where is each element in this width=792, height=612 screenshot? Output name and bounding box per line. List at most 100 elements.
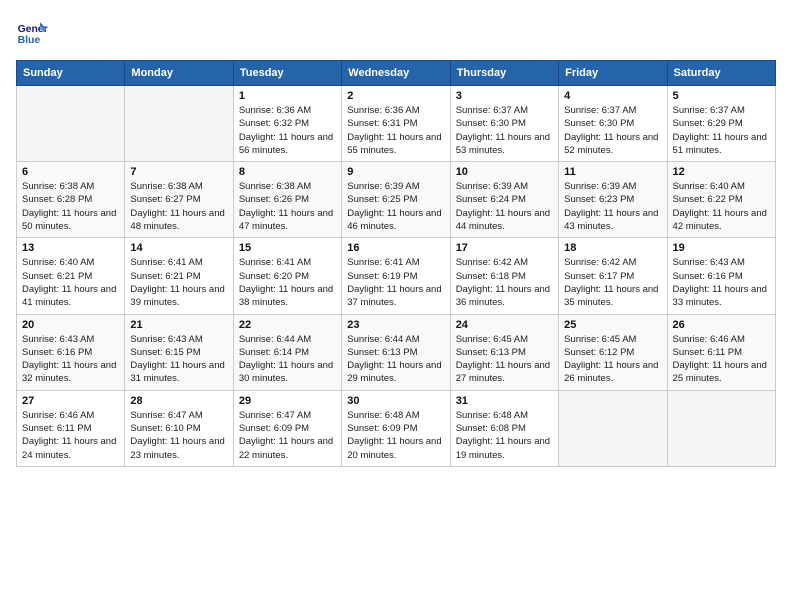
day-info: Sunrise: 6:46 AMSunset: 6:11 PMDaylight:… xyxy=(22,409,119,462)
weekday-header-thursday: Thursday xyxy=(450,61,558,86)
day-info: Sunrise: 6:38 AMSunset: 6:27 PMDaylight:… xyxy=(130,180,227,233)
day-number: 11 xyxy=(564,166,661,178)
day-number: 15 xyxy=(239,242,336,254)
day-info: Sunrise: 6:39 AMSunset: 6:25 PMDaylight:… xyxy=(347,180,444,233)
day-info: Sunrise: 6:41 AMSunset: 6:20 PMDaylight:… xyxy=(239,256,336,309)
calendar-cell: 19Sunrise: 6:43 AMSunset: 6:16 PMDayligh… xyxy=(667,238,775,314)
calendar-week-2: 6 Sunrise: 6:38 AMSunset: 6:28 PMDaylight… xyxy=(17,162,776,238)
calendar-week-1: 1 Sunrise: 6:36 AMSunset: 6:32 PMDaylight… xyxy=(17,86,776,162)
day-info: Sunrise: 6:47 AMSunset: 6:10 PMDaylight:… xyxy=(130,409,227,462)
calendar-cell: 25 Sunrise: 6:45 AMSunset: 6:12 PMDayligh… xyxy=(559,314,667,390)
calendar-body: 1 Sunrise: 6:36 AMSunset: 6:32 PMDaylight… xyxy=(17,86,776,467)
calendar-cell: 8Sunrise: 6:38 AMSunset: 6:26 PMDaylight… xyxy=(233,162,341,238)
day-number: 30 xyxy=(347,395,444,407)
day-number: 4 xyxy=(564,90,661,102)
calendar-table: SundayMondayTuesdayWednesdayThursdayFrid… xyxy=(16,60,776,467)
day-info: Sunrise: 6:42 AMSunset: 6:17 PMDaylight:… xyxy=(564,256,661,309)
calendar-cell: 31Sunrise: 6:48 AMSunset: 6:08 PMDayligh… xyxy=(450,390,558,466)
calendar-cell: 5 Sunrise: 6:37 AMSunset: 6:29 PMDaylight… xyxy=(667,86,775,162)
day-info: Sunrise: 6:37 AMSunset: 6:30 PMDaylight:… xyxy=(456,104,553,157)
weekday-header-sunday: Sunday xyxy=(17,61,125,86)
day-info: Sunrise: 6:37 AMSunset: 6:30 PMDaylight:… xyxy=(564,104,661,157)
calendar-cell xyxy=(559,390,667,466)
calendar-cell: 27 Sunrise: 6:46 AMSunset: 6:11 PMDayligh… xyxy=(17,390,125,466)
calendar-cell: 12 Sunrise: 6:40 AMSunset: 6:22 PMDayligh… xyxy=(667,162,775,238)
day-number: 21 xyxy=(130,319,227,331)
day-info: Sunrise: 6:42 AMSunset: 6:18 PMDaylight:… xyxy=(456,256,553,309)
day-number: 16 xyxy=(347,242,444,254)
calendar-cell: 26 Sunrise: 6:46 AMSunset: 6:11 PMDayligh… xyxy=(667,314,775,390)
calendar-cell: 18Sunrise: 6:42 AMSunset: 6:17 PMDayligh… xyxy=(559,238,667,314)
day-number: 12 xyxy=(673,166,770,178)
calendar-cell xyxy=(667,390,775,466)
day-number: 29 xyxy=(239,395,336,407)
day-info: Sunrise: 6:40 AMSunset: 6:21 PMDaylight:… xyxy=(22,256,119,309)
day-number: 9 xyxy=(347,166,444,178)
calendar-cell: 16Sunrise: 6:41 AMSunset: 6:19 PMDayligh… xyxy=(342,238,450,314)
day-number: 1 xyxy=(239,90,336,102)
calendar-cell: 21Sunrise: 6:43 AMSunset: 6:15 PMDayligh… xyxy=(125,314,233,390)
calendar-cell: 20 Sunrise: 6:43 AMSunset: 6:16 PMDayligh… xyxy=(17,314,125,390)
day-info: Sunrise: 6:44 AMSunset: 6:14 PMDaylight:… xyxy=(239,333,336,386)
day-info: Sunrise: 6:48 AMSunset: 6:08 PMDaylight:… xyxy=(456,409,553,462)
day-number: 25 xyxy=(564,319,661,331)
day-info: Sunrise: 6:36 AMSunset: 6:31 PMDaylight:… xyxy=(347,104,444,157)
calendar-cell: 4 Sunrise: 6:37 AMSunset: 6:30 PMDaylight… xyxy=(559,86,667,162)
day-info: Sunrise: 6:37 AMSunset: 6:29 PMDaylight:… xyxy=(673,104,770,157)
day-info: Sunrise: 6:46 AMSunset: 6:11 PMDaylight:… xyxy=(673,333,770,386)
day-number: 22 xyxy=(239,319,336,331)
calendar-week-4: 20 Sunrise: 6:43 AMSunset: 6:16 PMDayligh… xyxy=(17,314,776,390)
calendar-week-5: 27 Sunrise: 6:46 AMSunset: 6:11 PMDayligh… xyxy=(17,390,776,466)
calendar-week-3: 13 Sunrise: 6:40 AMSunset: 6:21 PMDayligh… xyxy=(17,238,776,314)
day-info: Sunrise: 6:41 AMSunset: 6:21 PMDaylight:… xyxy=(130,256,227,309)
calendar-cell: 14 Sunrise: 6:41 AMSunset: 6:21 PMDayligh… xyxy=(125,238,233,314)
calendar-cell: 10 Sunrise: 6:39 AMSunset: 6:24 PMDayligh… xyxy=(450,162,558,238)
svg-text:Blue: Blue xyxy=(18,35,41,46)
weekday-header-tuesday: Tuesday xyxy=(233,61,341,86)
day-info: Sunrise: 6:40 AMSunset: 6:22 PMDaylight:… xyxy=(673,180,770,233)
calendar-cell: 17 Sunrise: 6:42 AMSunset: 6:18 PMDayligh… xyxy=(450,238,558,314)
day-number: 19 xyxy=(673,242,770,254)
calendar-cell: 1 Sunrise: 6:36 AMSunset: 6:32 PMDaylight… xyxy=(233,86,341,162)
page-header: General Blue xyxy=(16,16,776,48)
calendar-cell: 29 Sunrise: 6:47 AMSunset: 6:09 PMDayligh… xyxy=(233,390,341,466)
calendar-cell: 6 Sunrise: 6:38 AMSunset: 6:28 PMDaylight… xyxy=(17,162,125,238)
day-number: 26 xyxy=(673,319,770,331)
day-number: 10 xyxy=(456,166,553,178)
calendar-cell xyxy=(125,86,233,162)
day-number: 8 xyxy=(239,166,336,178)
day-number: 13 xyxy=(22,242,119,254)
calendar-cell xyxy=(17,86,125,162)
weekday-header-monday: Monday xyxy=(125,61,233,86)
calendar-cell: 7Sunrise: 6:38 AMSunset: 6:27 PMDaylight… xyxy=(125,162,233,238)
calendar-cell: 30 Sunrise: 6:48 AMSunset: 6:09 PMDayligh… xyxy=(342,390,450,466)
day-number: 5 xyxy=(673,90,770,102)
logo-icon: General Blue xyxy=(16,16,48,48)
day-info: Sunrise: 6:38 AMSunset: 6:28 PMDaylight:… xyxy=(22,180,119,233)
calendar-header-row: SundayMondayTuesdayWednesdayThursdayFrid… xyxy=(17,61,776,86)
calendar-cell: 2 Sunrise: 6:36 AMSunset: 6:31 PMDaylight… xyxy=(342,86,450,162)
calendar-cell: 15 Sunrise: 6:41 AMSunset: 6:20 PMDayligh… xyxy=(233,238,341,314)
day-number: 17 xyxy=(456,242,553,254)
day-info: Sunrise: 6:39 AMSunset: 6:24 PMDaylight:… xyxy=(456,180,553,233)
day-info: Sunrise: 6:47 AMSunset: 6:09 PMDaylight:… xyxy=(239,409,336,462)
calendar-cell: 28Sunrise: 6:47 AMSunset: 6:10 PMDayligh… xyxy=(125,390,233,466)
calendar-cell: 23 Sunrise: 6:44 AMSunset: 6:13 PMDayligh… xyxy=(342,314,450,390)
day-number: 6 xyxy=(22,166,119,178)
day-number: 20 xyxy=(22,319,119,331)
day-info: Sunrise: 6:36 AMSunset: 6:32 PMDaylight:… xyxy=(239,104,336,157)
calendar-cell: 22 Sunrise: 6:44 AMSunset: 6:14 PMDayligh… xyxy=(233,314,341,390)
day-info: Sunrise: 6:39 AMSunset: 6:23 PMDaylight:… xyxy=(564,180,661,233)
day-info: Sunrise: 6:43 AMSunset: 6:16 PMDaylight:… xyxy=(22,333,119,386)
day-number: 14 xyxy=(130,242,227,254)
day-number: 3 xyxy=(456,90,553,102)
day-info: Sunrise: 6:48 AMSunset: 6:09 PMDaylight:… xyxy=(347,409,444,462)
calendar-cell: 11 Sunrise: 6:39 AMSunset: 6:23 PMDayligh… xyxy=(559,162,667,238)
calendar-cell: 13 Sunrise: 6:40 AMSunset: 6:21 PMDayligh… xyxy=(17,238,125,314)
day-number: 23 xyxy=(347,319,444,331)
day-info: Sunrise: 6:45 AMSunset: 6:12 PMDaylight:… xyxy=(564,333,661,386)
day-info: Sunrise: 6:45 AMSunset: 6:13 PMDaylight:… xyxy=(456,333,553,386)
day-number: 2 xyxy=(347,90,444,102)
day-number: 27 xyxy=(22,395,119,407)
day-info: Sunrise: 6:44 AMSunset: 6:13 PMDaylight:… xyxy=(347,333,444,386)
